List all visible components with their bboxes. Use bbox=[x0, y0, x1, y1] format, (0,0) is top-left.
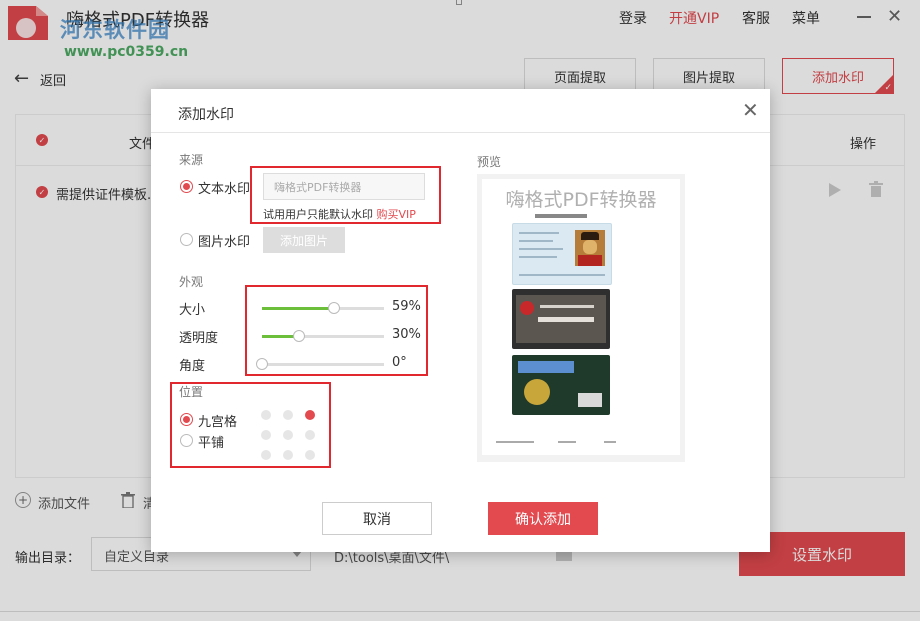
card-text-line bbox=[519, 232, 559, 234]
highlight-box-source bbox=[250, 166, 441, 224]
signature-line bbox=[558, 441, 576, 443]
card-text-line bbox=[519, 274, 605, 276]
source-section-label: 来源 bbox=[179, 153, 204, 167]
national-emblem-icon bbox=[520, 301, 534, 315]
portrait-face bbox=[583, 240, 597, 254]
preview-page: 嗨格式PDF转换器 bbox=[482, 179, 680, 455]
highlight-box-position bbox=[170, 382, 331, 468]
dialog-divider bbox=[151, 132, 770, 133]
bank-card-banner bbox=[518, 361, 574, 373]
signature-row bbox=[496, 441, 666, 443]
opacity-label: 透明度 bbox=[179, 331, 219, 346]
add-image-button[interactable]: 添加图片 bbox=[263, 227, 345, 253]
card-text-line bbox=[519, 248, 563, 250]
text-watermark-label: 文本水印 bbox=[198, 182, 251, 197]
confirm-add-button[interactable]: 确认添加 bbox=[488, 502, 598, 535]
close-icon[interactable]: ✕ bbox=[742, 100, 759, 120]
portrait-photo bbox=[575, 230, 605, 266]
card-text-line bbox=[519, 240, 553, 242]
preview-label: 预览 bbox=[477, 155, 502, 169]
bank-card-image bbox=[512, 355, 610, 415]
cancel-button[interactable]: 取消 bbox=[322, 502, 432, 535]
appearance-section-label: 外观 bbox=[179, 275, 204, 289]
card-text-line bbox=[519, 256, 557, 258]
text-watermark-radio[interactable] bbox=[180, 180, 193, 193]
preview-watermark-text: 嗨格式PDF转换器 bbox=[505, 189, 657, 211]
image-watermark-label: 图片水印 bbox=[198, 235, 251, 250]
portrait-robe bbox=[578, 255, 602, 266]
card-heading-line bbox=[535, 214, 587, 218]
id-card-back-face bbox=[516, 295, 606, 343]
signature-line bbox=[496, 441, 534, 443]
unionpay-logo bbox=[578, 393, 602, 407]
id-card-back-image bbox=[512, 289, 610, 349]
portrait-hat bbox=[581, 232, 599, 240]
size-label: 大小 bbox=[179, 303, 206, 318]
angle-label: 角度 bbox=[179, 359, 206, 374]
highlight-box-appearance bbox=[245, 285, 428, 376]
add-watermark-dialog: 添加水印 ✕ 来源 文本水印 试用用户只能默认水印 购买VIP 图片水印 添加图… bbox=[151, 89, 770, 552]
dialog-title: 添加水印 bbox=[178, 107, 234, 123]
bank-card-emblem bbox=[524, 379, 550, 405]
id-card-front-image bbox=[512, 214, 612, 285]
card-text-line bbox=[540, 305, 594, 308]
card-text-line bbox=[538, 317, 594, 322]
signature-line bbox=[604, 441, 616, 443]
image-watermark-radio[interactable] bbox=[180, 233, 193, 246]
preview-panel: 嗨格式PDF转换器 bbox=[477, 174, 685, 462]
